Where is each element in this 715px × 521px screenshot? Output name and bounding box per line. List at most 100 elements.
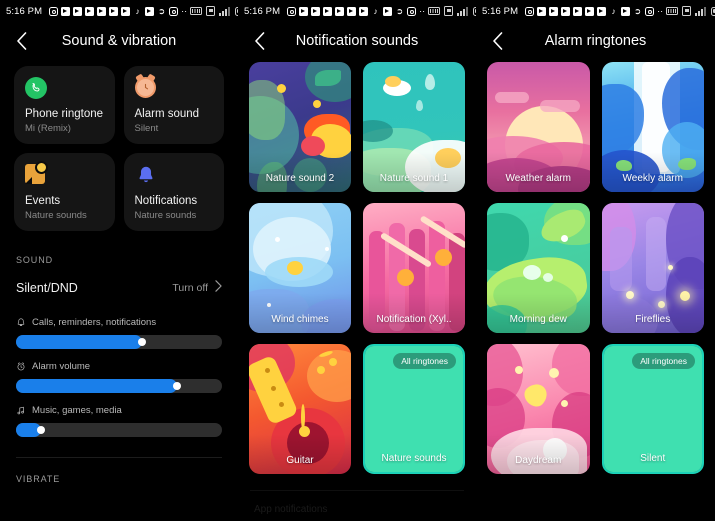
slider-alarm: Alarm volume bbox=[0, 361, 238, 393]
ringtone-card[interactable]: Notification (Xyl.. bbox=[363, 203, 465, 333]
slider-calls-track[interactable] bbox=[16, 335, 222, 349]
slider-media: Music, games, media bbox=[0, 405, 238, 437]
slider-label-row: Alarm volume bbox=[16, 361, 222, 372]
tile-events[interactable]: Events Nature sounds bbox=[14, 153, 115, 231]
ringtone-card[interactable]: Weather alarm bbox=[487, 62, 590, 192]
divider bbox=[16, 457, 222, 458]
ringtone-card[interactable]: Nature sound 2 bbox=[249, 62, 351, 192]
music-note-icon bbox=[17, 406, 24, 415]
ringtone-card-selected[interactable]: All ringtones Silent bbox=[601, 344, 704, 474]
tile-notifications[interactable]: Notifications Nature sounds bbox=[123, 153, 224, 231]
ringtone-card[interactable]: Guitar bbox=[249, 344, 351, 474]
status-time: 5:16 PM bbox=[482, 5, 519, 17]
bell-icon bbox=[17, 318, 25, 327]
slider-media-track[interactable] bbox=[16, 423, 222, 437]
notification-icon bbox=[335, 6, 345, 16]
row-label: Silent/DND bbox=[16, 281, 78, 295]
ringtone-name: Nature sound 2 bbox=[265, 173, 335, 184]
divider bbox=[250, 490, 464, 491]
whatsapp-icon bbox=[169, 6, 179, 16]
footer-label: App notifications bbox=[254, 504, 328, 515]
ringtone-name: Wind chimes bbox=[271, 314, 329, 325]
notification-icon bbox=[121, 6, 131, 16]
three-panel-screenshot: 5:16 PM ♪ ➲ ·· Sound & vibration Phone r… bbox=[0, 0, 715, 521]
tiktok-icon: ♪ bbox=[611, 5, 616, 16]
row-action-text: Turn off bbox=[172, 282, 208, 294]
slider-fill bbox=[16, 335, 142, 349]
ringtone-name: Morning dew bbox=[509, 314, 567, 325]
tiktok-icon: ♪ bbox=[373, 5, 378, 16]
notification-icon bbox=[85, 6, 95, 16]
slider-thumb bbox=[172, 382, 181, 390]
notification-icon bbox=[347, 6, 357, 16]
alarm-clock-icon bbox=[17, 362, 25, 371]
status-notification-icons: ♪ ➲ ·· bbox=[287, 5, 426, 16]
notification-icon bbox=[537, 6, 547, 16]
slider-label: Calls, reminders, notifications bbox=[32, 317, 157, 328]
battery-icon bbox=[711, 6, 715, 16]
bell-icon bbox=[135, 164, 157, 186]
notification-icon bbox=[73, 6, 83, 16]
slider-label: Alarm volume bbox=[32, 361, 91, 372]
notification-icon bbox=[549, 6, 559, 16]
tile-subtitle: Silent bbox=[134, 123, 159, 134]
ringtone-card[interactable]: Wind chimes bbox=[249, 203, 351, 333]
whatsapp-icon bbox=[407, 6, 417, 16]
slider-alarm-track[interactable] bbox=[16, 379, 222, 393]
status-system-icons bbox=[190, 6, 238, 16]
app-bar: Sound & vibration bbox=[0, 22, 238, 60]
whatsapp-icon bbox=[645, 6, 655, 16]
signal-icon bbox=[219, 6, 231, 16]
panel-alarm-ringtones: 5:16 PM ♪ ➲ ·· Alarm ringtones Weather a… bbox=[476, 0, 715, 521]
ringtone-card[interactable]: Nature sound 1 bbox=[363, 62, 465, 192]
ringtone-name: Guitar bbox=[286, 455, 314, 466]
twitter-icon: ➲ bbox=[396, 5, 404, 16]
tile-title: Notifications bbox=[134, 195, 198, 207]
twitter-icon: ➲ bbox=[158, 5, 166, 16]
tile-title: Alarm sound bbox=[134, 108, 200, 120]
tile-title: Phone ringtone bbox=[25, 108, 104, 120]
slider-label-row: Calls, reminders, notifications bbox=[16, 317, 222, 328]
status-system-icons bbox=[428, 6, 476, 16]
all-ringtones-badge[interactable]: All ringtones bbox=[393, 353, 456, 369]
ringtone-card-selected[interactable]: All ringtones Nature sounds bbox=[363, 344, 465, 474]
section-header-sound: SOUND bbox=[16, 255, 54, 265]
sim-icon bbox=[206, 6, 216, 16]
ringtone-card[interactable]: Fireflies bbox=[601, 203, 704, 333]
tile-alarm-sound[interactable]: Alarm sound Silent bbox=[123, 66, 224, 144]
notification-icon bbox=[561, 6, 571, 16]
status-notification-icons: ♪ ➲ ·· bbox=[525, 5, 663, 16]
status-notification-icons: ♪ ➲ ·· bbox=[49, 5, 187, 16]
ringtone-name: Nature sounds bbox=[381, 453, 447, 464]
slider-label-row: Music, games, media bbox=[16, 405, 222, 416]
signal-icon bbox=[457, 6, 469, 16]
alarm-clock-icon bbox=[134, 77, 157, 99]
sim-icon bbox=[444, 6, 454, 16]
row-silent-dnd[interactable]: Silent/DND Turn off bbox=[0, 271, 238, 305]
all-ringtones-badge[interactable]: All ringtones bbox=[632, 353, 695, 369]
back-button[interactable] bbox=[4, 24, 38, 58]
notification-icon bbox=[573, 6, 583, 16]
panel-notification-sounds: 5:16 PM ♪ ➲ ·· Notification sounds Natur… bbox=[238, 0, 476, 521]
tile-title: Events bbox=[25, 195, 61, 207]
ringtone-card[interactable]: Weekly alarm bbox=[601, 62, 704, 192]
tile-phone-ringtone[interactable]: Phone ringtone Mi (Remix) bbox=[14, 66, 115, 144]
back-button[interactable] bbox=[242, 24, 276, 58]
phone-icon bbox=[25, 77, 47, 99]
app-bar: Notification sounds bbox=[238, 22, 476, 60]
ringtone-name: Weekly alarm bbox=[622, 173, 683, 184]
notification-sounds-grid: Nature sound 2 Nature sound 1 Wind chime… bbox=[238, 60, 476, 474]
status-system-icons bbox=[666, 6, 715, 16]
sound-tiles-grid: Phone ringtone Mi (Remix) Alarm sound Si… bbox=[0, 60, 238, 231]
alarm-ringtones-grid: Weather alarm Weekly alarm Morning dew F… bbox=[476, 60, 715, 474]
slider-thumb bbox=[137, 338, 146, 346]
back-button[interactable] bbox=[480, 24, 514, 58]
panel-sound-vibration: 5:16 PM ♪ ➲ ·· Sound & vibration Phone r… bbox=[0, 0, 238, 521]
more-dots-icon: ·· bbox=[419, 5, 426, 16]
ringtone-card[interactable]: Morning dew bbox=[487, 203, 590, 333]
app-icon bbox=[145, 6, 155, 16]
ringtone-card[interactable]: Daydream bbox=[487, 344, 590, 474]
slider-calls: Calls, reminders, notifications bbox=[0, 317, 238, 349]
notification-icon bbox=[109, 6, 119, 16]
notification-icon bbox=[61, 6, 71, 16]
